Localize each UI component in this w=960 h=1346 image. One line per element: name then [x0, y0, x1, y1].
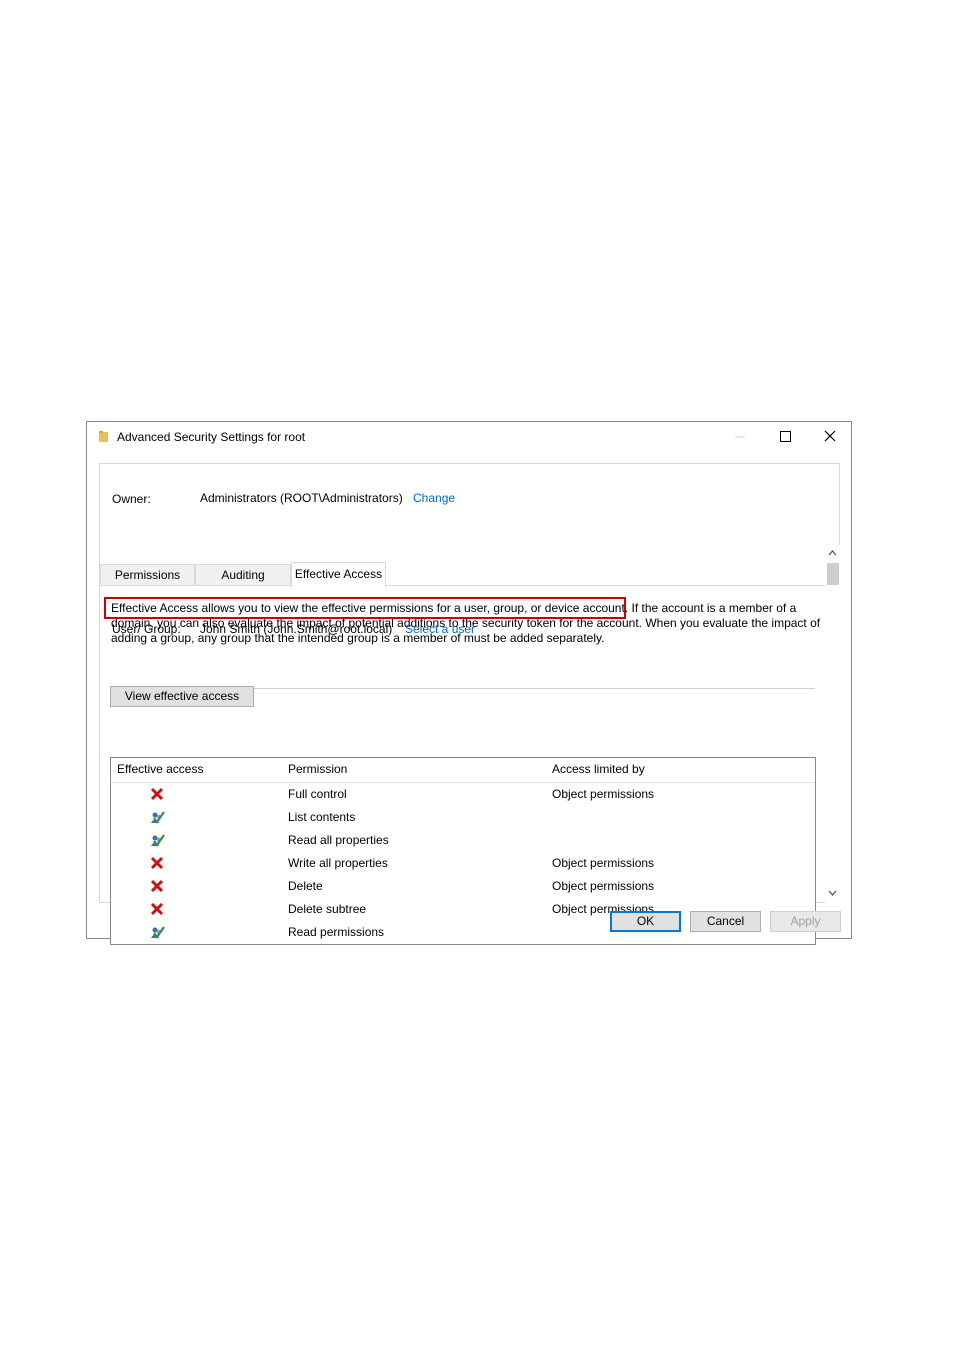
owner-label: Owner: [112, 492, 151, 506]
tab-divider [100, 585, 840, 586]
advanced-security-settings-window: Advanced Security Settings for root Owne… [86, 421, 852, 945]
minimize-icon [735, 436, 745, 438]
scrollbar-thumb[interactable] [827, 563, 839, 585]
scroll-up-icon[interactable] [825, 547, 840, 559]
cancel-button[interactable]: Cancel [690, 911, 761, 932]
table-row[interactable]: List contents [111, 806, 815, 829]
deny-x-icon [149, 901, 165, 917]
deny-x-icon [149, 855, 165, 871]
maximize-icon [780, 431, 791, 442]
vertical-scrollbar[interactable] [825, 545, 840, 903]
permission-cell: Read permissions [288, 925, 385, 939]
table-row[interactable]: Delete Object permissions [111, 875, 815, 898]
close-button[interactable] [807, 422, 853, 452]
apply-button[interactable]: Apply [770, 911, 841, 932]
owner-value: Administrators (ROOT\Administrators) [200, 491, 403, 505]
view-effective-access-button[interactable]: View effective access [110, 686, 254, 707]
allow-check-icon [149, 809, 165, 825]
tab-auditing[interactable]: Auditing [195, 564, 291, 586]
permission-cell: Write all properties [288, 856, 388, 870]
permission-cell: Full control [288, 787, 347, 801]
limited-by-cell: Object permissions [552, 856, 655, 870]
tab-effective-access[interactable]: Effective Access [291, 562, 386, 587]
title-bar[interactable]: Advanced Security Settings for root [87, 422, 851, 452]
permission-cell: Delete [288, 879, 323, 893]
permission-cell: Read all properties [288, 833, 389, 847]
change-owner-link[interactable]: Change [413, 491, 455, 505]
permission-cell: List contents [288, 810, 356, 824]
highlight-box [104, 597, 626, 619]
folder-icon [99, 431, 108, 442]
scroll-down-icon[interactable] [825, 887, 840, 899]
minimize-button[interactable] [717, 422, 763, 452]
limited-by-cell: Object permissions [552, 879, 655, 893]
window-title: Advanced Security Settings for root [117, 430, 306, 444]
header-permission[interactable]: Permission [288, 762, 347, 776]
user-group-value: John Smith (John.Smith@root.local) [200, 622, 393, 636]
user-group-label: User/ Group: [112, 622, 181, 636]
select-user-link[interactable]: Select a user [405, 622, 475, 636]
header-access-limited-by[interactable]: Access limited by [552, 762, 645, 776]
header-effective-access[interactable]: Effective access [117, 762, 203, 776]
ok-button[interactable]: OK [610, 911, 681, 932]
close-icon [824, 430, 836, 442]
tab-permissions[interactable]: Permissions [100, 564, 195, 586]
dialog-content: Owner: Administrators (ROOT\Administrato… [99, 463, 840, 945]
maximize-button[interactable] [762, 422, 808, 452]
table-row[interactable]: Full control Object permissions [111, 783, 815, 806]
allow-check-icon [149, 924, 165, 940]
table-row[interactable]: Write all properties Object permissions [111, 852, 815, 875]
allow-check-icon [149, 832, 165, 848]
deny-x-icon [149, 786, 165, 802]
list-header: Effective access Permission Access limit… [111, 758, 815, 783]
limited-by-cell: Object permissions [552, 787, 655, 801]
deny-x-icon [149, 878, 165, 894]
permission-cell: Delete subtree [288, 902, 367, 916]
table-row[interactable]: Read all properties [111, 829, 815, 852]
